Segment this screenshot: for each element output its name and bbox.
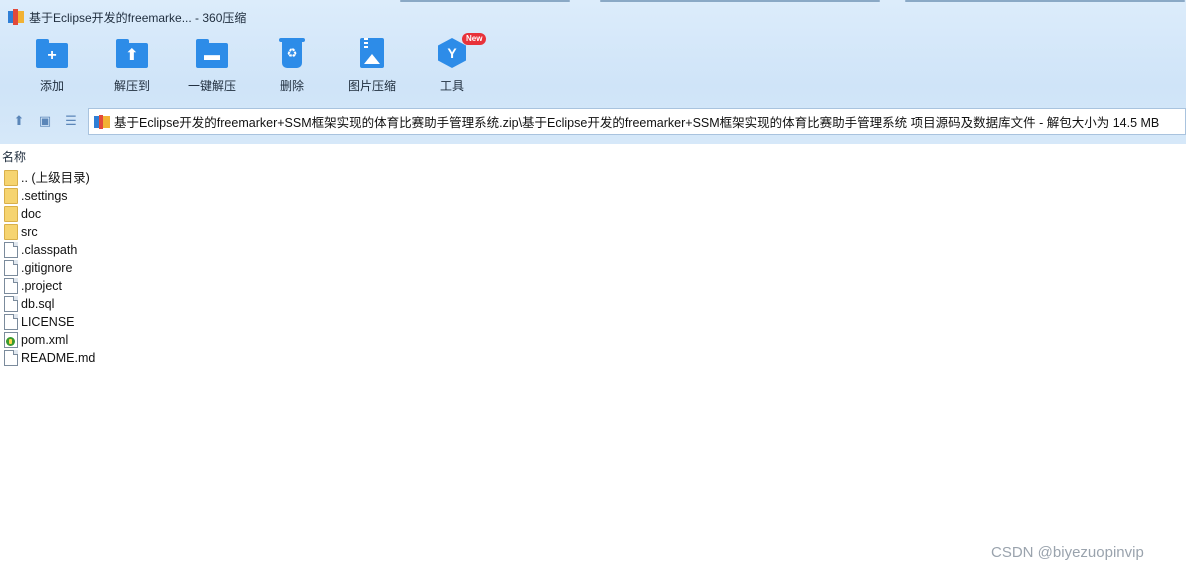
app-logo-icon (8, 9, 24, 25)
list-item-name: doc (21, 207, 42, 221)
add-button[interactable]: + 添加 (12, 32, 92, 100)
file-icon (4, 314, 18, 330)
one-click-extract-label: 一键解压 (187, 79, 236, 93)
new-badge: New (462, 33, 487, 45)
address-row: ⬆ ▣ ☰ 基于Eclipse开发的freemarker+SSM框架实现的体育比… (0, 106, 1186, 136)
list-view-icon[interactable]: ☰ (63, 113, 79, 129)
archive-icon (94, 114, 110, 129)
list-item[interactable]: .settings (0, 187, 300, 205)
address-bar[interactable]: 基于Eclipse开发的freemarker+SSM框架实现的体育比赛助手管理系… (88, 108, 1186, 135)
list-item-name: LICENSE (21, 315, 75, 329)
watermark: CSDN @biyezuopinvip (991, 544, 1144, 561)
app-window: 基于Eclipse开发的freemarke... - 360压缩 + 添加 ⬆ … (0, 0, 1186, 573)
tools-button[interactable]: Y New 工具 (412, 32, 492, 100)
add-button-label: 添加 (39, 79, 64, 93)
list-item[interactable]: src (0, 223, 300, 241)
toolbar: + 添加 ⬆ 解压到 ▬ 一键解压 ♻ 删除 图片压缩 Y New 工具 (0, 32, 600, 102)
folder-icon (4, 170, 18, 186)
file-icon (4, 260, 18, 276)
list-item[interactable]: .. (上级目录) (0, 169, 300, 187)
list-item-name: src (21, 225, 38, 239)
list-item-name: .gitignore (21, 261, 73, 275)
list-item[interactable]: .classpath (0, 241, 300, 259)
column-header-name[interactable]: 名称 (0, 146, 1186, 164)
list-item[interactable]: doc (0, 205, 300, 223)
folder-icon (4, 188, 18, 204)
list-item[interactable]: db.sql (0, 295, 300, 313)
add-folder-icon: + (36, 38, 68, 70)
file-icon (4, 296, 18, 312)
list-item[interactable]: pom.xml (0, 331, 300, 349)
list-item[interactable]: README.md (0, 349, 300, 367)
list-item[interactable]: LICENSE (0, 313, 300, 331)
thumbnail-view-icon[interactable]: ▣ (37, 113, 53, 129)
folder-icon (4, 224, 18, 240)
list-item-name: .project (21, 279, 62, 293)
tools-label: 工具 (439, 79, 464, 93)
image-compress-icon (356, 38, 388, 70)
list-item-name: db.sql (21, 297, 55, 311)
one-click-extract-button[interactable]: ▬ 一键解压 (172, 32, 252, 100)
list-item[interactable]: .gitignore (0, 259, 300, 277)
delete-label: 删除 (279, 79, 304, 93)
one-click-extract-icon: ▬ (196, 38, 228, 70)
window-title: 基于Eclipse开发的freemarke... - 360压缩 (29, 10, 247, 25)
list-item-name: README.md (21, 351, 96, 365)
file-icon (4, 242, 18, 258)
image-compress-label: 图片压缩 (347, 79, 396, 93)
file-icon (4, 350, 18, 366)
extract-to-label: 解压到 (113, 79, 150, 93)
xml-file-icon (4, 332, 18, 348)
file-list: .. (上级目录) .settings doc src .classpath .gitig… (0, 169, 400, 367)
list-item[interactable]: .project (0, 277, 300, 295)
extract-to-icon: ⬆ (116, 38, 148, 70)
list-item-name: pom.xml (21, 333, 69, 347)
delete-button[interactable]: ♻ 删除 (252, 32, 332, 100)
up-arrow-icon[interactable]: ⬆ (11, 113, 27, 129)
file-icon (4, 278, 18, 294)
column-header-label: 名称 (2, 150, 27, 164)
image-compress-button[interactable]: 图片压缩 (332, 32, 412, 100)
extract-to-button[interactable]: ⬆ 解压到 (92, 32, 172, 100)
title-bar: 基于Eclipse开发的freemarke... - 360压缩 (0, 6, 600, 28)
list-item-name: .settings (21, 189, 68, 203)
header-area: 基于Eclipse开发的freemarke... - 360压缩 + 添加 ⬆ … (0, 0, 1186, 144)
address-path: 基于Eclipse开发的freemarker+SSM框架实现的体育比赛助手管理系… (114, 116, 1160, 130)
list-item-name: .. (上级目录) (21, 171, 90, 185)
delete-icon: ♻ (276, 38, 308, 70)
list-item-name: .classpath (21, 243, 78, 257)
folder-icon (4, 206, 18, 222)
